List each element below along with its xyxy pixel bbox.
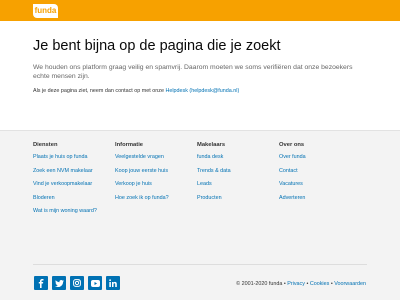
linkedin-icon[interactable] <box>106 276 120 290</box>
footer-column-title: Makelaars <box>197 142 226 148</box>
footer-link[interactable]: Plaats je huis op funda <box>33 154 97 161</box>
footer-link[interactable]: Adverteren <box>279 195 306 202</box>
separator: • <box>283 281 286 287</box>
footer-link[interactable]: Zoek een NVM makelaar <box>33 168 97 175</box>
facebook-icon[interactable] <box>34 276 48 290</box>
footer-link[interactable]: Wat is mijn woning waard? <box>33 208 97 215</box>
footer-link[interactable]: Verkoop je huis <box>115 181 169 188</box>
footer-column-title: Over ons <box>279 142 305 148</box>
footer-column-over-ons: Over ons Over funda Contact Vacatures Ad… <box>279 142 306 208</box>
footer-column-informatie: Informatie Veelgestelde vragen Koop jouw… <box>115 142 169 208</box>
logo-text: funda <box>34 6 57 15</box>
copyright-text: © 2001-2020 funda <box>236 281 283 287</box>
top-bar: funda <box>0 0 400 21</box>
twitter-icon[interactable] <box>52 276 66 290</box>
footer-column-makelaars: Makelaars funda desk Trends & data Leads… <box>197 142 231 208</box>
page-title: Je bent bijna op de pagina die je zoekt <box>33 38 281 54</box>
separator: • <box>330 281 333 287</box>
instagram-icon[interactable] <box>70 276 84 290</box>
intro-text: We houden ons platform graag veilig en s… <box>33 64 353 80</box>
separator: • <box>306 281 309 287</box>
youtube-icon[interactable] <box>88 276 102 290</box>
footer-divider <box>33 264 367 265</box>
footer-column-title: Diensten <box>33 142 58 148</box>
privacy-link[interactable]: Privacy <box>287 281 305 287</box>
footer-link[interactable]: Trends & data <box>197 168 231 175</box>
footer-link[interactable]: Producten <box>197 195 231 202</box>
footer-link[interactable]: Vind je verkoopmakelaar <box>33 181 97 188</box>
contact-prefix: Als je deze pagina ziet, neem dan contac… <box>33 88 166 94</box>
contact-text: Als je deze pagina ziet, neem dan contac… <box>33 88 239 94</box>
footer-column-diensten: Diensten Plaats je huis op funda Zoek ee… <box>33 142 97 222</box>
footer-link[interactable]: Over funda <box>279 154 306 161</box>
footer-link[interactable]: Contact <box>279 168 306 175</box>
footer-link[interactable]: Veelgestelde vragen <box>115 154 169 161</box>
footer-link[interactable]: Leads <box>197 181 231 188</box>
footer-link[interactable]: Vacatures <box>279 181 306 188</box>
footer-legal: © 2001-2020 funda • Privacy • Cookies • … <box>236 281 366 287</box>
footer-link[interactable]: Koop jouw eerste huis <box>115 168 169 175</box>
helpdesk-link[interactable]: Helpdesk (helpdesk@funda.nl) <box>165 88 239 94</box>
footer-link[interactable]: funda desk <box>197 154 231 161</box>
social-links <box>34 276 120 290</box>
cookies-link[interactable]: Cookies <box>310 281 329 287</box>
footer-link[interactable]: Bloderen <box>33 195 97 202</box>
footer-link[interactable]: Hoe zoek ik op funda? <box>115 195 169 202</box>
voorwaarden-link[interactable]: Voorwaarden <box>334 281 366 287</box>
footer-column-title: Informatie <box>115 142 144 148</box>
funda-logo[interactable]: funda <box>33 4 58 18</box>
